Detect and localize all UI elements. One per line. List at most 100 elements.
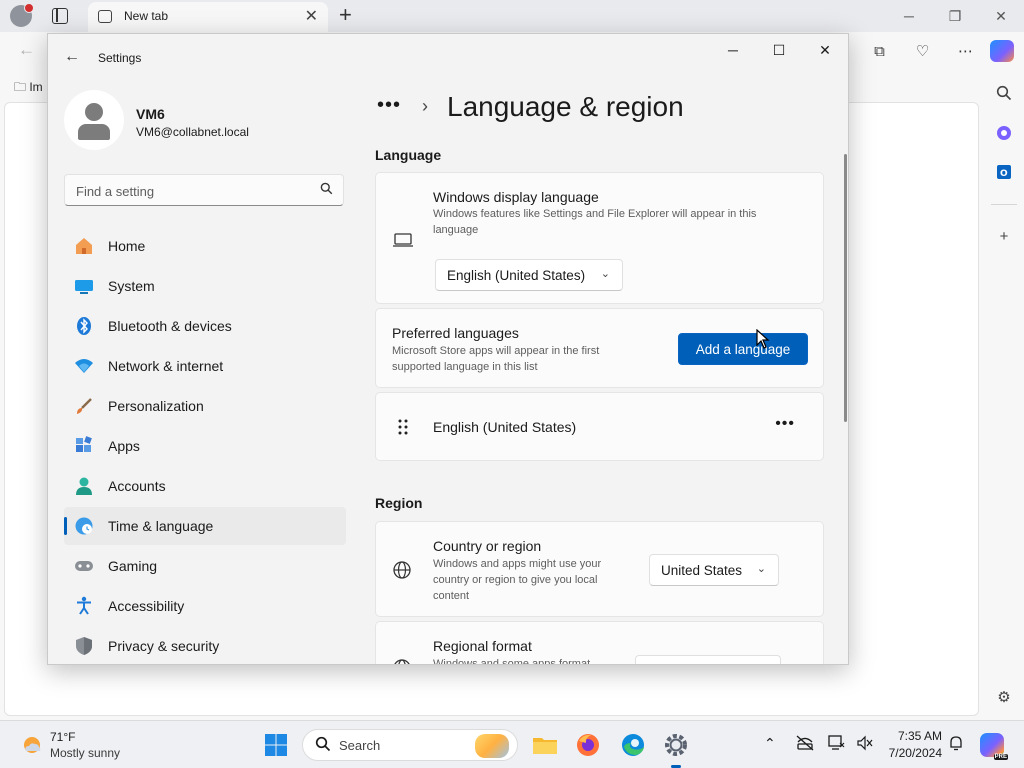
- system-icon: [74, 276, 94, 296]
- weather-description: Mostly sunny: [50, 746, 121, 760]
- restore-icon[interactable]: ❐: [932, 0, 978, 32]
- tab-actions-icon[interactable]: [52, 8, 68, 24]
- clock-date[interactable]: 7/20/2024: [880, 746, 942, 760]
- globe-icon: [392, 560, 414, 582]
- globe-clock-icon: [74, 516, 94, 536]
- weather-temperature: 71°F: [50, 730, 76, 744]
- more-options-icon[interactable]: ⋯: [944, 38, 987, 64]
- close-button[interactable]: ✕: [802, 34, 848, 66]
- shield-icon: [74, 636, 94, 656]
- notification-bell-icon[interactable]: [948, 735, 964, 754]
- copilot-taskbar-icon[interactable]: [980, 733, 1008, 760]
- globe-icon: [392, 658, 414, 664]
- nav-item-accessibility[interactable]: Accessibility: [64, 587, 346, 625]
- toolbar-icons: ⧉ ♡ ⋯: [858, 38, 987, 64]
- profile-avatar[interactable]: [10, 3, 34, 27]
- language-list-item[interactable]: English (United States) •••: [375, 392, 824, 461]
- add-icon[interactable]: +: [993, 225, 1015, 247]
- maximize-button[interactable]: ☐: [756, 34, 802, 66]
- search-icon: [315, 736, 331, 756]
- minimize-button[interactable]: ─: [710, 34, 756, 66]
- language-name: English (United States): [433, 419, 577, 435]
- collections-icon[interactable]: ⧉: [858, 38, 901, 64]
- bluetooth-icon: [74, 316, 94, 336]
- browser-essentials-icon[interactable]: ♡: [901, 38, 944, 64]
- nav-item-system[interactable]: System: [64, 267, 346, 305]
- accessibility-icon: [74, 596, 94, 616]
- home-icon: [74, 236, 94, 256]
- preferred-languages-title: Preferred languages: [392, 325, 519, 341]
- gamepad-icon: [74, 556, 94, 576]
- regional-format-dropdown[interactable]: [635, 655, 781, 664]
- close-icon[interactable]: ✕: [978, 0, 1024, 32]
- nav-item-accounts[interactable]: Accounts: [64, 467, 346, 505]
- weather-sun-icon[interactable]: [20, 733, 44, 757]
- laptop-icon: [392, 229, 414, 251]
- nav-item-privacy[interactable]: Privacy & security: [64, 627, 346, 664]
- window-controls: ─ ☐ ✕: [710, 34, 848, 66]
- browser-tab[interactable]: New tab ✕: [88, 2, 328, 32]
- nav-item-apps[interactable]: Apps: [64, 427, 346, 465]
- drag-handle-icon[interactable]: [398, 419, 408, 435]
- nav-item-gaming[interactable]: Gaming: [64, 547, 346, 585]
- outlook-icon[interactable]: O: [993, 161, 1015, 183]
- back-arrow-icon[interactable]: ←: [18, 40, 35, 60]
- minimize-icon[interactable]: ─: [886, 0, 932, 32]
- network-offline-icon[interactable]: [796, 735, 814, 754]
- svg-text:O: O: [1000, 169, 1008, 179]
- display-language-value: English (United States): [447, 268, 586, 283]
- nav-item-network[interactable]: Network & internet: [64, 347, 346, 385]
- taskbar: 71°F Mostly sunny Search ⌃ 7:35 AM 7/20/…: [0, 720, 1024, 768]
- page-title: Language & region: [447, 91, 684, 122]
- user-name: VM6: [136, 106, 165, 122]
- scrollbar[interactable]: [844, 154, 847, 422]
- edge-icon[interactable]: [619, 731, 647, 759]
- search-icon[interactable]: [993, 82, 1015, 104]
- search-icon: [320, 182, 333, 198]
- accounts-icon: [74, 476, 94, 496]
- clock-time[interactable]: 7:35 AM: [884, 729, 942, 743]
- search-input[interactable]: Find a setting: [64, 174, 344, 206]
- apps-icon: [74, 436, 94, 456]
- nav-item-home[interactable]: Home: [64, 227, 346, 265]
- browser-window-controls: ─ ❐ ✕: [886, 0, 1024, 32]
- favorites-folder[interactable]: 🗀 Im: [14, 78, 43, 99]
- copilot-icon[interactable]: [990, 40, 1014, 62]
- windows-start-icon[interactable]: [264, 733, 288, 757]
- file-explorer-icon[interactable]: [531, 731, 559, 759]
- new-tab-icon[interactable]: +: [339, 2, 352, 28]
- display-language-dropdown[interactable]: English (United States) ⌄: [435, 259, 623, 291]
- nav-item-personalization[interactable]: Personalization: [64, 387, 346, 425]
- more-options-icon[interactable]: •••: [775, 415, 795, 433]
- preferred-languages-description: Microsoft Store apps will appear in the …: [392, 345, 600, 373]
- back-arrow-icon[interactable]: ←: [64, 48, 80, 66]
- taskbar-search[interactable]: Search: [302, 729, 518, 761]
- chevron-up-icon[interactable]: ⌃: [764, 735, 776, 752]
- country-region-value: United States: [661, 563, 743, 578]
- gear-icon[interactable]: ⚙: [993, 686, 1015, 708]
- close-tab-icon[interactable]: ✕: [305, 6, 318, 26]
- search-highlight-image: [475, 734, 509, 758]
- browser-tab-title: New tab: [124, 9, 169, 23]
- nav-item-bluetooth[interactable]: Bluetooth & devices: [64, 307, 346, 345]
- country-region-dropdown[interactable]: United States ⌄: [649, 554, 779, 586]
- volume-mute-icon[interactable]: [856, 735, 874, 754]
- avatar[interactable]: [64, 90, 124, 150]
- taskbar-search-label: Search: [339, 738, 381, 753]
- breadcrumb-overflow[interactable]: •••: [377, 94, 401, 117]
- firefox-icon[interactable]: [574, 731, 602, 759]
- settings-app-icon[interactable]: [662, 731, 690, 768]
- sidebar-divider: [991, 204, 1017, 205]
- browser-sidebar: O + ⚙: [985, 70, 1024, 720]
- search-placeholder: Find a setting: [76, 184, 155, 199]
- nav-item-time-language[interactable]: Time & language: [64, 507, 346, 545]
- country-region-card: Country or region Windows and apps might…: [375, 521, 824, 617]
- office-icon[interactable]: [993, 122, 1015, 144]
- add-language-button[interactable]: Add a language: [678, 333, 808, 365]
- chevron-right-icon: ›: [422, 96, 428, 116]
- settings-nav: Home System Bluetooth & devices Network …: [64, 227, 346, 664]
- regional-format-title: Regional format: [433, 638, 532, 654]
- display-icon[interactable]: [828, 735, 846, 754]
- settings-window: ← Settings ─ ☐ ✕ VM6 VM6@collabnet.local…: [47, 33, 849, 665]
- wifi-icon: [74, 356, 94, 376]
